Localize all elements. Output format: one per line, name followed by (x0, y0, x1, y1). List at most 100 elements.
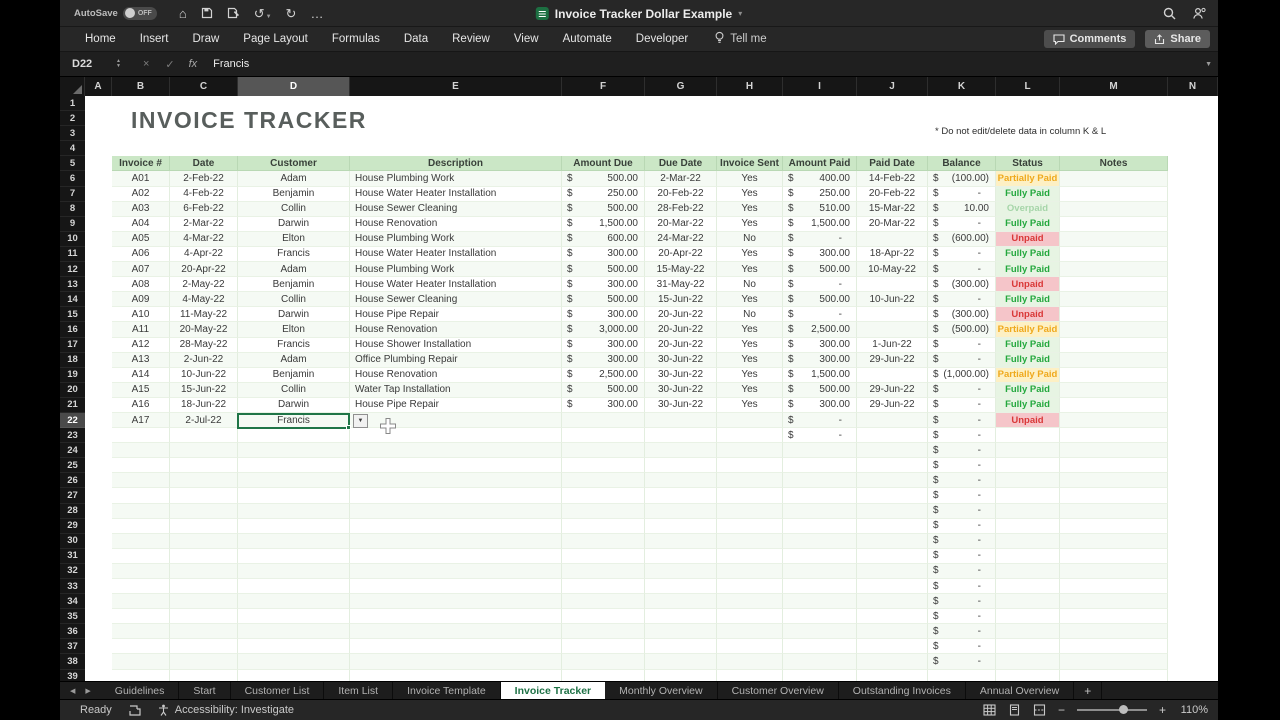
cell-C28[interactable] (170, 503, 238, 519)
cell-F24[interactable] (562, 443, 645, 459)
cell-L6[interactable]: Partially Paid (996, 171, 1060, 187)
cell-J3[interactable] (857, 126, 928, 141)
cell-K19[interactable]: $ (1,000.00) (928, 367, 996, 383)
cell-I14[interactable]: $500.00 (783, 292, 857, 308)
cell-M37[interactable] (1060, 639, 1168, 655)
cell-B25[interactable] (112, 458, 170, 474)
ribbon-tab-developer[interactable]: Developer (636, 33, 688, 45)
row-header-23[interactable]: 23 (60, 428, 85, 444)
cell-C10[interactable]: 4-Mar-22 (170, 231, 238, 247)
cell-L35[interactable] (996, 609, 1060, 625)
cell-H34[interactable] (717, 594, 783, 610)
cell-G4[interactable] (645, 141, 717, 156)
cell-E35[interactable] (350, 609, 562, 625)
cell-G39[interactable] (645, 669, 717, 681)
cell-B10[interactable]: A05 (112, 231, 170, 247)
cell-A33[interactable] (85, 579, 112, 594)
next-sheet-icon[interactable]: ▶ (85, 687, 90, 695)
cell-C39[interactable] (170, 669, 238, 681)
cell-K20[interactable]: $ - (928, 382, 996, 398)
row-header-31[interactable]: 31 (60, 548, 85, 564)
cell-A20[interactable] (85, 383, 112, 398)
cell-A10[interactable] (85, 232, 112, 247)
cell-D29[interactable] (238, 518, 350, 534)
cell-K15[interactable]: $ (300.00) (928, 307, 996, 323)
cell-H1[interactable] (717, 96, 783, 111)
cell-L11[interactable]: Fully Paid (996, 246, 1060, 263)
cell-C33[interactable] (170, 579, 238, 595)
cell-C15[interactable]: 11-May-22 (170, 307, 238, 323)
cell-M15[interactable] (1060, 307, 1168, 323)
cell-N37[interactable] (1168, 639, 1218, 654)
cell-B17[interactable]: A12 (112, 337, 170, 353)
col-header-L[interactable]: L (996, 77, 1060, 96)
cell-J8[interactable]: 15-Mar-22 (857, 201, 928, 217)
cell-L38[interactable] (996, 654, 1060, 670)
cell-A39[interactable] (85, 670, 112, 681)
cell-G25[interactable] (645, 458, 717, 474)
cell-M7[interactable] (1060, 186, 1168, 202)
row-header-22[interactable]: 22 (60, 412, 85, 429)
cell-A23[interactable] (85, 428, 112, 443)
cell-A19[interactable] (85, 368, 112, 383)
cell-I29[interactable] (783, 518, 857, 534)
cell-H18[interactable]: Yes (717, 352, 783, 368)
cell-K11[interactable]: $ - (928, 246, 996, 263)
cell-L24[interactable] (996, 443, 1060, 459)
cell-B24[interactable] (112, 443, 170, 459)
cell-G35[interactable] (645, 609, 717, 625)
cell-J29[interactable] (857, 518, 928, 534)
cell-J17[interactable]: 1-Jun-22 (857, 337, 928, 353)
cell-N12[interactable] (1168, 262, 1218, 277)
cell-I16[interactable]: $2,500.00 (783, 322, 857, 338)
cell-F36[interactable] (562, 624, 645, 640)
row-header-7[interactable]: 7 (60, 186, 85, 202)
cell-L37[interactable] (996, 639, 1060, 655)
cell-C11[interactable]: 4-Apr-22 (170, 246, 238, 263)
cell-F19[interactable]: $2,500.00 (562, 367, 645, 383)
cell-G9[interactable]: 20-Mar-22 (645, 216, 717, 232)
cell-I39[interactable] (783, 669, 857, 681)
cell-H6[interactable]: Yes (717, 171, 783, 187)
cell-E21[interactable]: House Pipe Repair (350, 397, 562, 413)
cell-A16[interactable] (85, 322, 112, 337)
cell-C17[interactable]: 28-May-22 (170, 337, 238, 353)
cell-H39[interactable] (717, 669, 783, 681)
cell-K39[interactable] (928, 669, 996, 681)
cell-M22[interactable] (1060, 412, 1168, 429)
cell-M26[interactable] (1060, 473, 1168, 489)
cell-F1[interactable] (562, 96, 645, 111)
cell-B35[interactable] (112, 609, 170, 625)
cell-I36[interactable] (783, 624, 857, 640)
col-header-H[interactable]: H (717, 77, 783, 96)
cell-K1[interactable] (928, 96, 996, 111)
cell-N19[interactable] (1168, 368, 1218, 383)
cell-H30[interactable] (717, 533, 783, 549)
cell-J20[interactable]: 29-Jun-22 (857, 382, 928, 398)
cell-J15[interactable] (857, 307, 928, 323)
cell-E31[interactable] (350, 548, 562, 564)
cell-H35[interactable] (717, 609, 783, 625)
row-header-29[interactable]: 29 (60, 518, 85, 534)
cell-C18[interactable]: 2-Jun-22 (170, 352, 238, 368)
cell-E30[interactable] (350, 533, 562, 549)
cell-A2[interactable] (85, 111, 112, 126)
cell-G26[interactable] (645, 473, 717, 489)
cell-D6[interactable]: Adam (238, 171, 350, 187)
autosave-switch[interactable]: OFF (122, 6, 157, 20)
cell-D17[interactable]: Francis (238, 337, 350, 353)
col-header-M[interactable]: M (1060, 77, 1168, 96)
more-commands-icon[interactable]: … (310, 7, 323, 20)
row-header-27[interactable]: 27 (60, 488, 85, 504)
cell-B31[interactable] (112, 548, 170, 564)
zoom-in-icon[interactable]: + (1159, 703, 1166, 717)
save-as-icon[interactable] (227, 7, 240, 19)
cell-G38[interactable] (645, 654, 717, 670)
cell-I23[interactable]: $ - (783, 428, 857, 444)
cell-C6[interactable]: 2-Feb-22 (170, 171, 238, 187)
cell-H37[interactable] (717, 639, 783, 655)
cell-A5[interactable] (85, 156, 112, 171)
cell-D21[interactable]: Darwin (238, 397, 350, 413)
cell-J14[interactable]: 10-Jun-22 (857, 292, 928, 308)
cell-G11[interactable]: 20-Apr-22 (645, 246, 717, 263)
